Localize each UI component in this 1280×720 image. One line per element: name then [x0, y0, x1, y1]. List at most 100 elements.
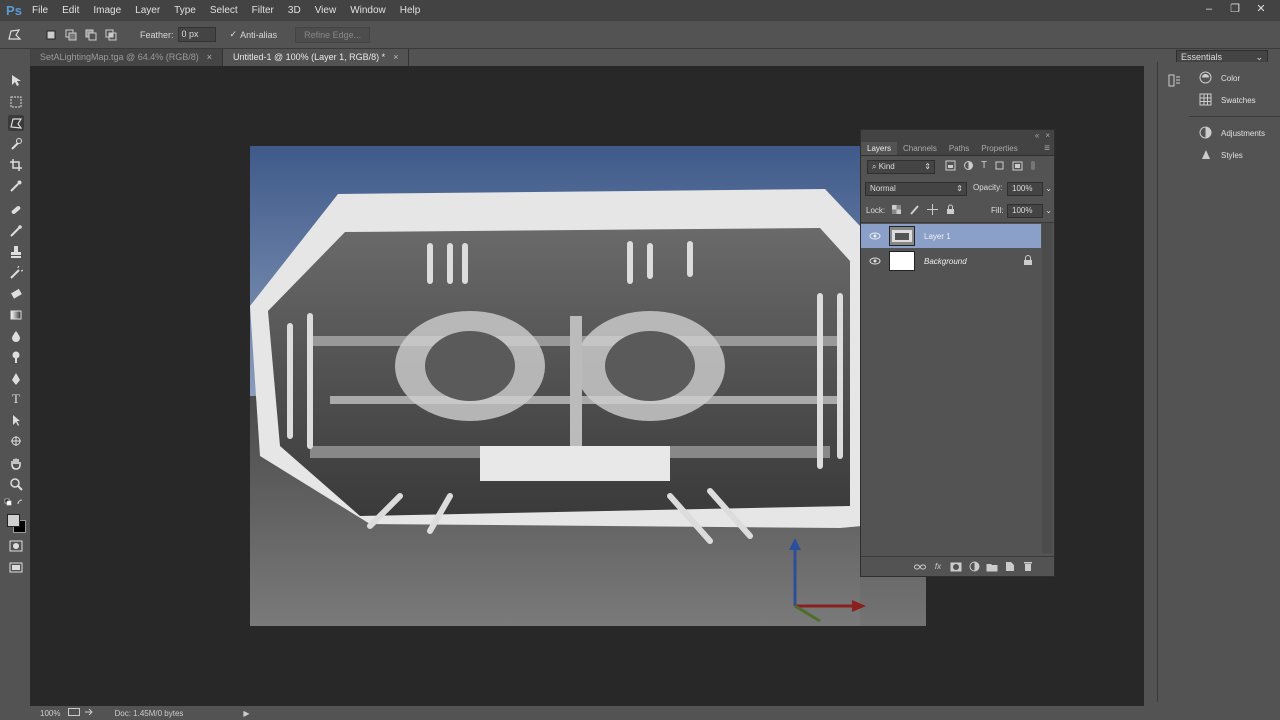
panel-color[interactable]: Color — [1199, 69, 1240, 87]
antialias-checkbox[interactable]: ✓ — [230, 29, 238, 40]
panel-styles[interactable]: Styles — [1199, 146, 1243, 164]
feather-input[interactable]: 0 px — [177, 27, 216, 42]
filter-kind-select[interactable]: ⌕ Kind ⇕ — [867, 160, 935, 174]
new-layer-icon[interactable] — [1004, 561, 1016, 573]
panel-label: Styles — [1221, 150, 1243, 160]
close-icon[interactable]: × — [207, 52, 212, 62]
polygonal-lasso-preset-icon[interactable] — [6, 26, 24, 44]
screen-mode-icon[interactable] — [8, 559, 24, 575]
menu-filter[interactable]: Filter — [245, 0, 281, 21]
tools-panel: T — [0, 66, 31, 706]
zoom-tool-icon[interactable] — [8, 476, 24, 492]
menu-layer[interactable]: Layer — [128, 0, 167, 21]
right-panels: Color Swatches Adjustments Styles — [1189, 62, 1280, 702]
layer-row-background[interactable]: Background — [861, 249, 1041, 273]
restore-button[interactable]: ❐ — [1222, 0, 1248, 18]
new-group-icon[interactable] — [986, 561, 998, 573]
options-bar: Feather: 0 px ✓ Anti-alias Refine Edge..… — [0, 21, 1280, 65]
chevron-down-icon: ⌄ — [1045, 206, 1052, 215]
quick-mask-icon[interactable] — [8, 538, 24, 554]
menu-select[interactable]: Select — [203, 0, 245, 21]
fx-icon[interactable]: fx — [932, 561, 944, 573]
lock-position-icon[interactable] — [927, 204, 938, 218]
panel-menu-icon[interactable]: ≡ — [1044, 142, 1050, 155]
opacity-input[interactable]: 100% ⌄ — [1007, 182, 1052, 196]
intersect-selection-icon[interactable] — [102, 26, 120, 44]
3d-rotate-tool-icon[interactable] — [8, 433, 24, 449]
dodge-tool-icon[interactable] — [8, 349, 24, 365]
default-colors-icon[interactable] — [4, 498, 26, 508]
tab-properties[interactable]: Properties — [975, 142, 1023, 155]
tab-layers[interactable]: Layers — [861, 142, 898, 155]
eyedropper-tool-icon[interactable] — [8, 178, 24, 194]
menu-file[interactable]: File — [25, 0, 55, 21]
new-selection-icon[interactable] — [42, 26, 60, 44]
menu-view[interactable]: View — [308, 0, 344, 21]
eraser-tool-icon[interactable] — [8, 286, 24, 302]
doc-tab-lightingmap[interactable]: SetALightingMap.tga @ 64.4% (RGB/8) × — [30, 49, 223, 66]
type-tool-icon[interactable]: T — [8, 391, 24, 407]
hand-tool-icon[interactable] — [8, 455, 24, 471]
add-mask-icon[interactable] — [950, 561, 962, 573]
collapsed-dock — [1157, 62, 1191, 702]
filter-pixel-icon[interactable] — [945, 160, 956, 174]
color-swatches-icon[interactable] — [5, 512, 27, 533]
doc-tab-untitled[interactable]: Untitled-1 @ 100% (Layer 1, RGB/8) * × — [222, 49, 410, 66]
minimize-button[interactable]: – — [1196, 0, 1222, 18]
blend-mode-select[interactable]: Normal ⇕ — [865, 182, 967, 196]
quick-selection-tool-icon[interactable] — [8, 136, 24, 152]
lock-all-icon[interactable] — [945, 204, 956, 218]
menu-edit[interactable]: Edit — [55, 0, 86, 21]
pen-tool-icon[interactable] — [8, 371, 24, 387]
status-menu-arrow-icon[interactable]: ▶ — [243, 709, 249, 718]
refine-edge-button[interactable]: Refine Edge... — [295, 26, 371, 43]
tab-paths[interactable]: Paths — [943, 142, 975, 155]
gradient-tool-icon[interactable] — [8, 307, 24, 323]
layers-scrollbar[interactable] — [1042, 223, 1052, 553]
history-brush-tool-icon[interactable] — [8, 265, 24, 281]
filter-shape-icon[interactable] — [994, 160, 1005, 174]
filter-smart-object-icon[interactable] — [1012, 160, 1023, 174]
menu-image[interactable]: Image — [86, 0, 128, 21]
lasso-tool-icon[interactable] — [8, 115, 24, 131]
add-to-selection-icon[interactable] — [62, 26, 80, 44]
menu-3d[interactable]: 3D — [281, 0, 308, 21]
close-icon[interactable]: × — [1045, 131, 1050, 140]
eye-icon[interactable] — [867, 228, 883, 244]
menu-window[interactable]: Window — [343, 0, 393, 21]
menu-type[interactable]: Type — [167, 0, 203, 21]
document-canvas-image[interactable] — [250, 146, 926, 626]
status-share-icon[interactable] — [68, 708, 81, 718]
collapse-panel-icon[interactable]: « — [1035, 131, 1039, 140]
zoom-level[interactable]: 100% — [40, 709, 60, 718]
status-export-icon[interactable] — [84, 708, 94, 718]
delete-layer-icon[interactable] — [1022, 561, 1034, 573]
close-button[interactable]: ✕ — [1248, 0, 1274, 18]
adjustment-layer-icon[interactable] — [968, 561, 980, 573]
workspace-value: Essentials — [1181, 52, 1223, 62]
lock-transparent-pixels-icon[interactable] — [891, 204, 902, 218]
panel-adjustments[interactable]: Adjustments — [1199, 124, 1265, 142]
link-layers-icon[interactable] — [914, 561, 926, 573]
eye-icon[interactable] — [867, 253, 883, 269]
clone-stamp-tool-icon[interactable] — [8, 244, 24, 260]
subtract-from-selection-icon[interactable] — [82, 26, 100, 44]
brush-tool-icon[interactable] — [8, 223, 24, 239]
healing-brush-tool-icon[interactable] — [8, 202, 24, 218]
marquee-tool-icon[interactable] — [8, 94, 24, 110]
filter-adjustment-icon[interactable] — [963, 160, 974, 174]
lock-image-pixels-icon[interactable] — [909, 204, 920, 218]
path-selection-tool-icon[interactable] — [8, 412, 24, 428]
crop-tool-icon[interactable] — [8, 157, 24, 173]
filter-type-icon[interactable]: T — [981, 160, 987, 174]
tab-channels[interactable]: Channels — [897, 142, 943, 155]
menu-help[interactable]: Help — [393, 0, 428, 21]
fill-input[interactable]: 100% ⌄ — [1007, 204, 1052, 218]
layer-row-layer-1[interactable]: Layer 1 — [861, 224, 1041, 248]
blur-tool-icon[interactable] — [8, 328, 24, 344]
move-tool-icon[interactable] — [8, 72, 24, 88]
close-icon[interactable]: × — [393, 52, 398, 62]
panel-swatches[interactable]: Swatches — [1199, 91, 1256, 109]
filter-toggle-icon[interactable] — [1030, 160, 1036, 174]
history-panel-icon[interactable] — [1168, 74, 1181, 90]
